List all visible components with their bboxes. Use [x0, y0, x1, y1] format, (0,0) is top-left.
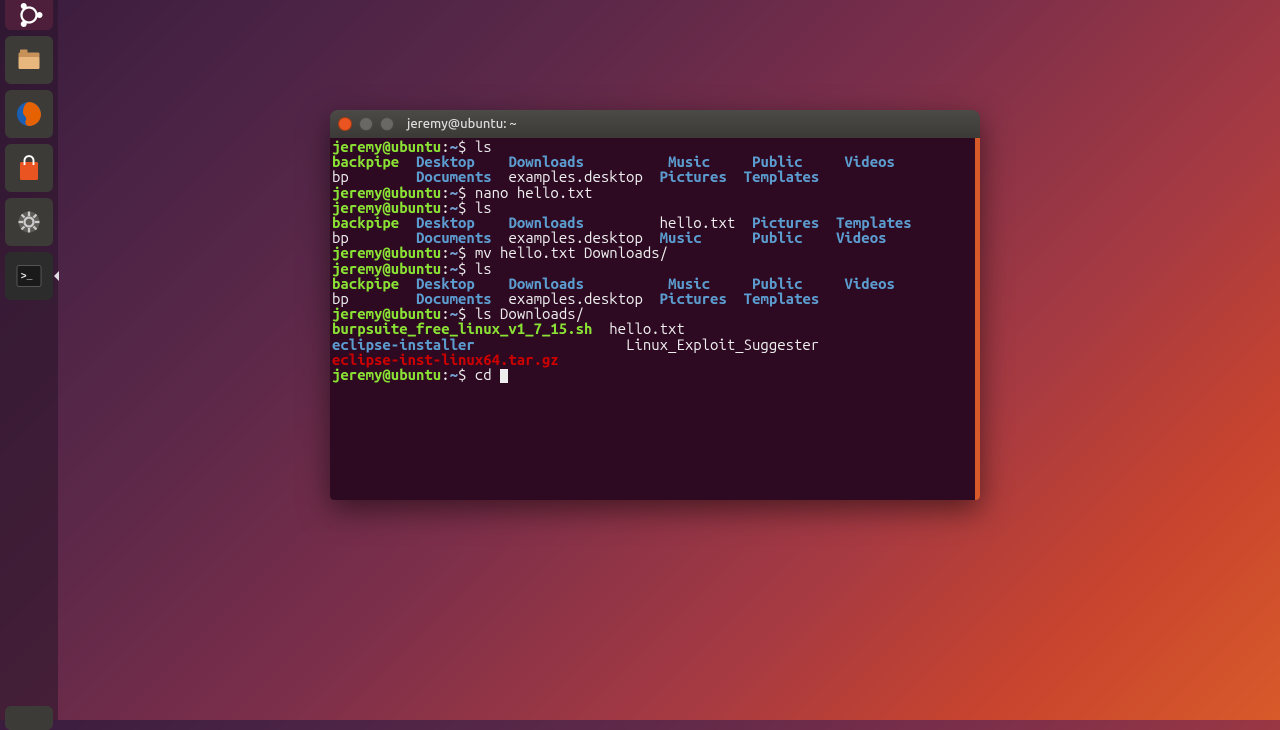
shopping-bag-icon: [11, 150, 47, 186]
gear-icon: [11, 204, 47, 240]
cmd-ls-3: ls: [475, 260, 492, 277]
files-icon: [11, 42, 47, 78]
launcher-files[interactable]: [5, 36, 53, 84]
window-close-button[interactable]: [338, 117, 352, 131]
terminal-window: jeremy@ubuntu: ~ jeremy@ubuntu:~$ ls bac…: [330, 110, 980, 500]
cmd-nano: nano hello.txt: [475, 184, 593, 201]
launcher-software[interactable]: [5, 144, 53, 192]
terminal-icon: >_: [11, 258, 47, 294]
svg-text:>_: >_: [21, 271, 33, 282]
launcher-dash[interactable]: [5, 0, 53, 30]
window-titlebar[interactable]: jeremy@ubuntu: ~: [330, 110, 980, 138]
cursor: [500, 369, 508, 383]
launcher-firefox[interactable]: [5, 90, 53, 138]
unity-launcher: >_: [0, 0, 58, 720]
window-maximize-button[interactable]: [380, 117, 394, 131]
ubuntu-logo-icon: [11, 0, 47, 33]
firefox-icon: [11, 96, 47, 132]
cmd-ls-1: ls: [475, 138, 492, 155]
current-command: cd: [475, 366, 500, 383]
cmd-mv: mv hello.txt Downloads/: [475, 244, 668, 261]
terminal-content[interactable]: jeremy@ubuntu:~$ ls backpipe Desktop Dow…: [330, 138, 980, 500]
window-minimize-button[interactable]: [359, 117, 373, 131]
cmd-ls-2: ls: [475, 199, 492, 216]
launcher-settings[interactable]: [5, 198, 53, 246]
launcher-trash[interactable]: [5, 706, 53, 730]
window-title: jeremy@ubuntu: ~: [407, 117, 517, 131]
launcher-terminal[interactable]: >_: [5, 252, 53, 300]
